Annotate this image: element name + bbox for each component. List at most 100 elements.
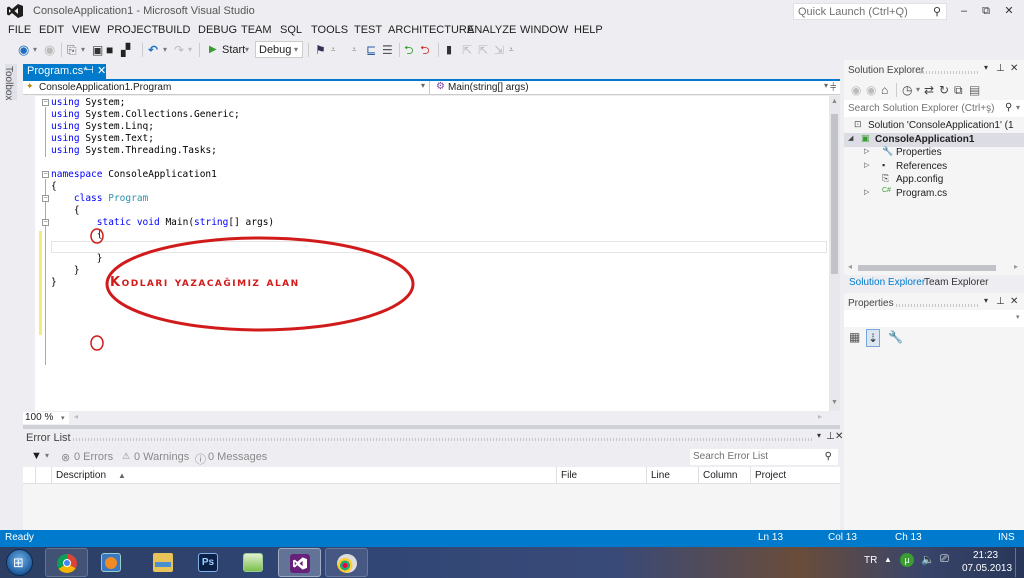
- new-project-dropdown-icon[interactable]: ▾: [81, 42, 85, 58]
- indent-icon[interactable]: ☰: [382, 42, 393, 58]
- menu-architecture[interactable]: ARCHITECTURE: [388, 24, 474, 36]
- pin-icon[interactable]: ⊥: [826, 431, 835, 442]
- errors-toggle[interactable]: 0 Errors: [74, 451, 113, 463]
- find-in-files-icon[interactable]: ⚑: [315, 42, 326, 58]
- close-button[interactable]: ✕: [998, 3, 1020, 19]
- panel-grip[interactable]: [920, 71, 978, 74]
- start-button[interactable]: Start: [222, 42, 245, 58]
- home-icon[interactable]: ⌂: [881, 82, 888, 98]
- messages-toggle[interactable]: 0 Messages: [208, 451, 267, 463]
- solution-explorer-search-input[interactable]: Search Solution Explorer (Ctrl+ş) ⚲ ▾: [844, 100, 1024, 117]
- menu-window[interactable]: WINDOW: [520, 24, 568, 36]
- menu-help[interactable]: HELP: [574, 24, 603, 36]
- comment-icon[interactable]: ⮌: [404, 42, 414, 58]
- undo-dropdown-icon[interactable]: ▾: [163, 42, 167, 58]
- tab-solution-explorer[interactable]: Solution Explorer: [849, 277, 925, 288]
- collapse-all-icon[interactable]: ⧉: [954, 82, 963, 98]
- clock-date[interactable]: 07.05.2013: [962, 563, 1012, 574]
- tree-item[interactable]: ◢ ▣ ConsoleApplication1: [844, 132, 1024, 147]
- code-line[interactable]: {: [51, 229, 103, 241]
- toolbar-overflow-icon[interactable]: ⩡: [352, 42, 357, 58]
- scroll-right-icon[interactable]: ▸: [1014, 262, 1018, 271]
- menu-tools[interactable]: TOOLS: [311, 24, 348, 36]
- code-line[interactable]: using System.Text;: [51, 133, 154, 145]
- start-dropdown-icon[interactable]: ▾: [245, 42, 249, 58]
- categorized-icon[interactable]: ▦: [849, 329, 860, 345]
- input-language[interactable]: TR: [864, 555, 877, 566]
- forward-icon[interactable]: ◉: [44, 42, 55, 58]
- bookmark-icon[interactable]: ▮: [446, 42, 452, 58]
- collapsed-icon[interactable]: ▷: [864, 147, 869, 155]
- redo-dropdown-icon[interactable]: ▾: [188, 42, 192, 58]
- column-header-file[interactable]: File: [556, 467, 646, 484]
- start-button[interactable]: ⊞: [6, 549, 33, 576]
- scrollbar-thumb[interactable]: [858, 265, 996, 271]
- taskbar-media-player[interactable]: [90, 548, 133, 577]
- panel-grip[interactable]: [73, 438, 813, 441]
- menu-analyze[interactable]: ANALYZE: [467, 24, 516, 36]
- minimize-button[interactable]: ‒: [953, 3, 975, 19]
- solution-explorer-horizontal-scrollbar[interactable]: ◂ ▸: [844, 262, 1024, 274]
- panel-menu-icon[interactable]: ▾: [984, 296, 988, 305]
- uncomment-icon[interactable]: ⮌: [420, 42, 430, 58]
- member-dropdown[interactable]: ⚙ Main(string[] args) ▾: [432, 81, 840, 95]
- code-line[interactable]: using System;: [51, 97, 125, 109]
- tree-item[interactable]: ⊡Solution 'ConsoleApplication1' (1 pro: [844, 119, 1024, 142]
- code-line[interactable]: static void Main(string[] args): [51, 217, 274, 229]
- close-panel-icon[interactable]: ✕: [1010, 296, 1018, 307]
- code-editor[interactable]: − − − − using System; using System.Collec…: [23, 96, 829, 411]
- back-dropdown-icon[interactable]: ▾: [33, 42, 37, 58]
- pin-icon[interactable]: ⊣: [85, 65, 94, 76]
- tree-item[interactable]: ▷ C# Program.cs: [844, 187, 1024, 201]
- close-panel-icon[interactable]: ✕: [835, 431, 843, 442]
- forward-icon[interactable]: ◉: [866, 82, 876, 98]
- outdent-icon[interactable]: ⊑: [366, 42, 376, 58]
- taskbar-explorer[interactable]: [142, 548, 185, 577]
- code-line[interactable]: }: [51, 265, 80, 277]
- error-list-search-input[interactable]: Search Error List ⚲: [690, 449, 838, 465]
- alphabetical-icon[interactable]: ⇣: [866, 329, 881, 347]
- column-header-project[interactable]: Project: [750, 467, 840, 484]
- expanded-icon[interactable]: ◢: [848, 134, 853, 142]
- collapse-icon[interactable]: −: [42, 219, 49, 226]
- undo-icon[interactable]: ↶: [148, 42, 158, 58]
- taskbar-chrome[interactable]: [45, 548, 88, 577]
- scroll-up-icon[interactable]: ▲: [831, 98, 838, 105]
- panel-menu-icon[interactable]: ▾: [984, 63, 988, 72]
- code-line[interactable]: namespace ConsoleApplication1: [51, 169, 217, 181]
- column-header-column[interactable]: Column: [698, 467, 750, 484]
- show-hidden-icons-icon[interactable]: ▲: [884, 555, 892, 564]
- save-icon[interactable]: ■: [106, 42, 113, 58]
- save-all-icon[interactable]: ▞: [121, 42, 130, 58]
- scrollbar-thumb[interactable]: [831, 114, 838, 274]
- scroll-left-icon[interactable]: ◂: [74, 412, 78, 421]
- panel-grip[interactable]: [896, 304, 980, 307]
- close-tab-icon[interactable]: ✕: [97, 64, 106, 77]
- pending-changes-icon[interactable]: ◷: [902, 82, 912, 98]
- toolbar-overflow-icon[interactable]: ⩡: [509, 42, 514, 58]
- toolbox-label[interactable]: Toolbox: [3, 66, 14, 100]
- code-line[interactable]: using System.Linq;: [51, 121, 154, 133]
- show-all-files-icon[interactable]: ▤: [969, 82, 980, 98]
- next-bookmark-icon[interactable]: ⇱: [478, 42, 488, 58]
- redo-icon[interactable]: ↷: [174, 42, 184, 58]
- menu-view[interactable]: VIEW: [72, 24, 100, 36]
- pin-icon[interactable]: ⊥: [996, 296, 1005, 307]
- collapsed-icon[interactable]: ▷: [864, 161, 869, 169]
- editor-vertical-scrollbar[interactable]: ⫩ ▲ ▼: [829, 82, 840, 411]
- menu-sql[interactable]: SQL: [280, 24, 302, 36]
- tab-program-cs[interactable]: Program.cs* ⊣ ✕: [23, 64, 106, 79]
- menu-debug[interactable]: DEBUG: [198, 24, 237, 36]
- collapse-icon[interactable]: −: [42, 171, 49, 178]
- scroll-left-icon[interactable]: ◂: [848, 262, 852, 271]
- new-project-icon[interactable]: ⎘: [67, 42, 77, 58]
- pin-icon[interactable]: ⊥: [996, 63, 1005, 74]
- code-line[interactable]: {: [51, 205, 80, 217]
- tree-item[interactable]: ▷ ▪ References: [844, 160, 1024, 174]
- split-window-icon[interactable]: ⫩: [830, 82, 836, 95]
- column-header-icon[interactable]: [35, 467, 51, 484]
- taskbar-visual-studio[interactable]: [278, 548, 321, 577]
- taskbar-notepad-plus-plus[interactable]: [232, 548, 275, 577]
- open-file-icon[interactable]: ▣: [92, 42, 103, 58]
- code-line[interactable]: }: [51, 253, 103, 265]
